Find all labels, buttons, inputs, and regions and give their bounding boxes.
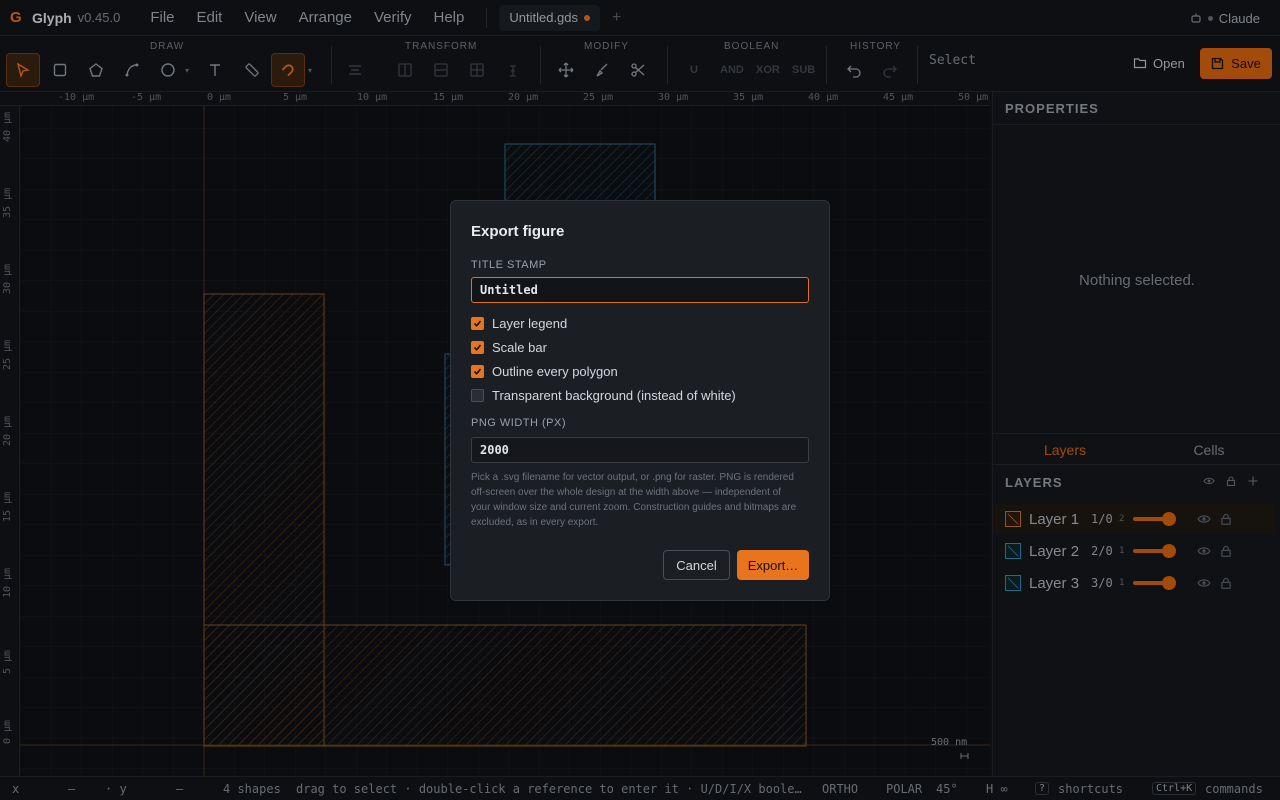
checkbox-checked-icon[interactable] bbox=[471, 317, 484, 330]
checkbox-label: Outline every polygon bbox=[492, 364, 618, 379]
layer-legend-option[interactable]: Layer legend bbox=[471, 316, 567, 331]
scale-bar-option[interactable]: Scale bar bbox=[471, 340, 547, 355]
checkbox-label: Scale bar bbox=[492, 340, 547, 355]
export-dialog: Export figure TITLE STAMP Untitled Layer… bbox=[450, 200, 830, 601]
dialog-title: Export figure bbox=[471, 223, 565, 240]
checkbox-unchecked-icon[interactable] bbox=[471, 389, 484, 402]
png-width-input[interactable]: 2000 bbox=[471, 437, 809, 463]
checkbox-checked-icon[interactable] bbox=[471, 341, 484, 354]
png-width-label: PNG WIDTH (PX) bbox=[471, 417, 566, 429]
cancel-button[interactable]: Cancel bbox=[663, 550, 730, 580]
transparent-background-option[interactable]: Transparent background (instead of white… bbox=[471, 388, 736, 403]
checkbox-checked-icon[interactable] bbox=[471, 365, 484, 378]
export-help-text: Pick a .svg filename for vector output, … bbox=[471, 472, 797, 528]
export-button[interactable]: Export… bbox=[737, 550, 809, 580]
checkbox-label: Layer legend bbox=[492, 316, 568, 331]
outline-polygons-option[interactable]: Outline every polygon bbox=[471, 364, 618, 379]
title-stamp-input[interactable]: Untitled bbox=[471, 277, 809, 303]
checkbox-label: Transparent background (instead of white… bbox=[492, 388, 736, 403]
title-stamp-label: TITLE STAMP bbox=[471, 259, 547, 271]
